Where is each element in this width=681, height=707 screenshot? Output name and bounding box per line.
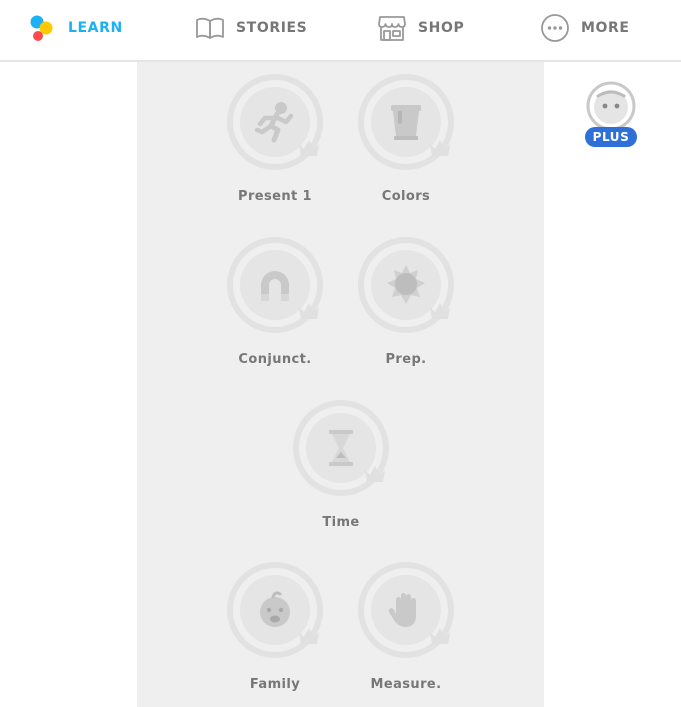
- crown-icon: [430, 628, 450, 644]
- nav-learn-label: LEARN: [68, 20, 123, 36]
- top-nav: LEARN STORIES SHOP MORE: [0, 0, 681, 62]
- shop-icon: [376, 12, 408, 44]
- avatar-icon: [586, 81, 636, 131]
- sun-icon: [387, 265, 425, 304]
- hourglass-icon: [329, 430, 353, 466]
- crown-icon: [430, 140, 450, 156]
- crown-icon: [299, 303, 319, 319]
- skill-name: Prep.: [385, 352, 427, 367]
- skill-name: Time: [322, 515, 360, 530]
- skill-name: Colors: [381, 189, 431, 204]
- crown-icon: [430, 303, 450, 319]
- nav-shop-label: SHOP: [418, 20, 465, 36]
- running-person-icon: [254, 102, 294, 143]
- nav-stories-label: STORIES: [236, 20, 308, 36]
- nav-shop[interactable]: SHOP: [376, 0, 464, 56]
- baby-icon: [260, 591, 290, 627]
- skill-name: Conjunct.: [238, 352, 312, 367]
- nav-stories[interactable]: STORIES: [194, 0, 307, 56]
- profile-avatar[interactable]: PLUS: [585, 80, 637, 150]
- book-icon: [194, 12, 226, 44]
- more-dots-icon: [539, 12, 571, 44]
- magnet-icon: [261, 271, 289, 301]
- skill-name: Measure.: [370, 677, 442, 692]
- hand-icon: [388, 593, 416, 627]
- nav-more-label: MORE: [581, 20, 630, 36]
- nav-learn[interactable]: LEARN: [26, 0, 123, 56]
- plus-badge: PLUS: [585, 127, 637, 147]
- nav-more[interactable]: MORE: [539, 0, 630, 56]
- skill-tree: Present 1 Colors Conjunct. Prep. Time Fa…: [137, 62, 544, 707]
- crown-icon: [365, 466, 385, 482]
- paint-bucket-icon: [391, 105, 421, 140]
- skill-name: Family: [249, 677, 301, 692]
- skill-name: Present 1: [238, 189, 312, 204]
- learn-dots-icon: [26, 12, 58, 44]
- crown-icon: [299, 628, 319, 644]
- crown-icon: [299, 140, 319, 156]
